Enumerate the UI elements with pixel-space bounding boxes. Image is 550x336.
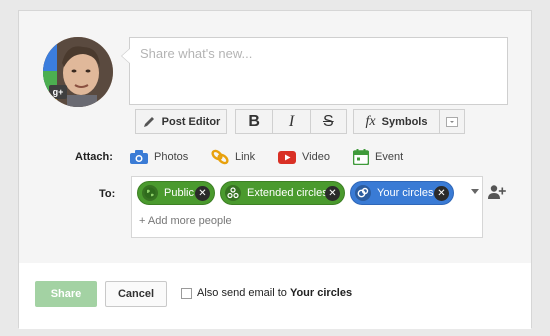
attach-photos-label: Photos (154, 151, 189, 163)
youtube-icon (278, 150, 296, 164)
add-more-people[interactable]: + Add more people (139, 215, 232, 227)
attach-video-label: Video (302, 151, 330, 163)
attach-link-label: Link (235, 151, 256, 163)
bold-button[interactable]: B (236, 110, 274, 133)
close-icon[interactable]: ✕ (195, 186, 210, 201)
post-editor-group: Post Editor (135, 109, 227, 134)
strikethrough-button[interactable]: S (311, 110, 346, 133)
gplus-badge: g+ (49, 85, 67, 99)
attach-event[interactable]: Event (353, 148, 403, 166)
share-button[interactable]: Share (35, 281, 97, 307)
bold-icon: B (248, 112, 260, 130)
avatar: g+ (43, 37, 113, 107)
recipients-box[interactable]: Public ✕ Extended circles ✕ Your circles… (131, 176, 483, 238)
close-icon[interactable]: ✕ (434, 186, 449, 201)
chevron-down-icon[interactable] (471, 189, 479, 195)
attach-event-label: Event (375, 151, 404, 163)
symbols-button[interactable]: fx Symbols (354, 110, 440, 133)
post-editor-label: Post Editor (161, 115, 221, 128)
globe-icon (142, 185, 158, 201)
extended-circles-icon (225, 185, 241, 201)
italic-icon: I (288, 112, 295, 130)
share-dialog: g+ Post Editor B I S (18, 10, 532, 329)
strikethrough-icon: S (322, 112, 334, 130)
cancel-button[interactable]: Cancel (105, 281, 167, 307)
attach-video[interactable]: Video (278, 148, 330, 166)
italic-button[interactable]: I (273, 110, 311, 133)
chip-your-circles[interactable]: Your circles ✕ (350, 181, 454, 205)
calendar-icon (353, 149, 369, 165)
to-label: To: (99, 188, 116, 200)
email-option[interactable]: Also send email to Your circles (181, 287, 352, 299)
chip-public[interactable]: Public ✕ (137, 181, 215, 205)
symbols-dropdown-button[interactable] (440, 110, 464, 133)
camera-icon (130, 150, 148, 164)
close-icon[interactable]: ✕ (325, 186, 340, 201)
chip-extended-circles-label: Extended circles (247, 187, 328, 199)
dropdown-box-icon (446, 116, 458, 127)
symbols-group: fx Symbols (353, 109, 465, 134)
symbols-label: Symbols (381, 115, 428, 128)
text-format-group: B I S (235, 109, 347, 134)
pencil-icon (143, 116, 154, 127)
post-editor-button[interactable]: Post Editor (136, 110, 226, 133)
attach-label: Attach: (75, 151, 113, 163)
add-person-icon[interactable] (488, 184, 506, 200)
attach-link[interactable]: Link (211, 148, 255, 166)
function-icon: fx (365, 113, 376, 129)
email-checkbox[interactable] (181, 287, 192, 299)
circles-icon (355, 185, 371, 201)
share-input[interactable] (130, 38, 507, 104)
attach-photos[interactable]: Photos (130, 148, 188, 166)
share-box (121, 37, 508, 105)
link-icon (211, 149, 229, 165)
dialog-footer: Share Cancel Also send email to Your cir… (19, 263, 531, 329)
chip-extended-circles[interactable]: Extended circles ✕ (220, 181, 345, 205)
email-option-prefix: Also send email to (197, 287, 290, 299)
chip-public-label: Public (164, 187, 194, 199)
email-option-target: Your circles (289, 287, 353, 299)
chip-your-circles-label: Your circles (377, 187, 434, 199)
